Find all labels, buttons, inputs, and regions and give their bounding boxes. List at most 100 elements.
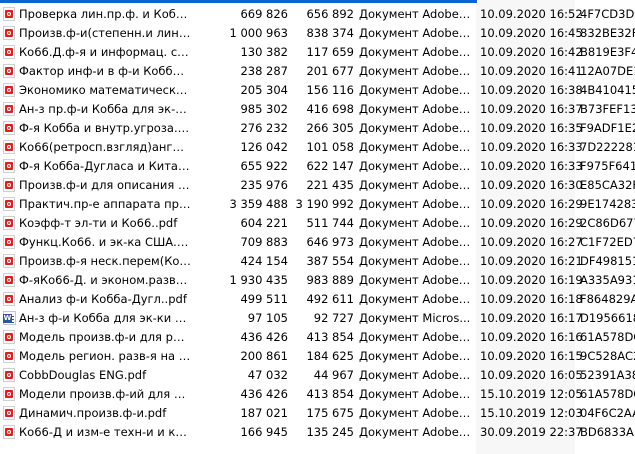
file-name: Ф-я Кобба-Дугласа и Китай.pdf [19,159,191,173]
file-type: Документ Adobe ... [359,254,471,268]
file-type: Документ Micros... [359,311,471,325]
file-compressed-size: 266 305 [306,121,354,135]
file-row[interactable]: Динамич.произв.ф-и.pdf 187 021 175 675 Доку… [0,404,635,423]
file-row[interactable]: Модель произв.ф-и для росс... 436 426 413 … [0,328,635,347]
file-type: Документ Adobe ... [359,292,471,306]
file-modified: 15.10.2019 12:03 [480,406,583,420]
file-compressed-size: 117 659 [306,45,354,59]
file-name: Ф-яКо66-Д. и эконом.развит... [19,273,191,287]
file-type: Документ Adobe ... [359,216,471,230]
file-crc: BD6833A1 [580,425,635,439]
file-crc: 9C528AC2 [580,349,635,363]
file-row[interactable]: Ан-з пр.ф-и Кобба для эк-ки ... 985 302 41… [0,100,635,119]
file-modified: 10.09.2020 16:30 [480,178,583,192]
file-size: 424 154 [240,254,288,268]
file-row[interactable]: Ф-яКо66-Д. и эконом.развит... 1 930 435 98… [0,271,635,290]
file-row[interactable]: Фактор инф-и в ф-и Кобба-Д... 238 287 201 … [0,62,635,81]
file-row[interactable]: Ф-я Кобба и внутр.угроза.pdf 276 232 266 3… [0,119,635,138]
file-name: Модель произв.ф-и для росс... [19,330,191,344]
file-row[interactable]: Произв.ф-и(степенн.и линей... 1 000 963 83… [0,24,635,43]
file-modified: 10.09.2020 16:29 [480,197,583,211]
file-size: 499 511 [240,292,288,306]
file-compressed-size: 838 374 [306,26,354,40]
file-row[interactable]: Коэфф-т эл-ти и Ко66..pdf 604 221 511 744 Д… [0,214,635,233]
file-row[interactable]: Произв.ф-и для описания за... 235 976 221 … [0,176,635,195]
file-modified: 10.09.2020 16:19 [480,273,583,287]
file-name: Анализ ф-и Кобба-Дугл..pdf [19,292,187,306]
file-row[interactable]: CobbDouglas ENG.pdf 47 032 44 967 Документ … [0,366,635,385]
file-type: Документ Adobe ... [359,387,471,401]
file-compressed-size: 201 677 [306,64,354,78]
file-row[interactable]: W Ан-з ф-и Кобба для эк-ки Ро... 97 105 92 … [0,309,635,328]
pdf-icon [3,178,15,192]
file-name: Произв.ф-я неск.перем(Ко66... [19,254,191,268]
file-modified: 10.09.2020 16:17 [480,311,583,325]
pdf-icon [3,425,15,439]
file-size: 235 976 [240,178,288,192]
file-compressed-size: 156 116 [306,83,354,97]
file-modified: 10.09.2020 16:21 [480,254,583,268]
file-crc: D1956618 [580,311,635,325]
file-name: Функц.Ко66. и эк-ка США.pdf [19,235,191,249]
pdf-icon [3,292,15,306]
file-compressed-size: 511 744 [306,216,354,230]
word-icon: W [3,311,16,325]
file-crc: 12A07DE1 [580,64,635,78]
file-name: Произв.ф-и(степенн.и линей... [19,26,191,40]
file-row[interactable]: Практич.пр-е аппарата прои... 3 359 488 3 … [0,195,635,214]
file-size: 3 359 488 [229,197,288,211]
file-compressed-size: 622 147 [306,159,354,173]
file-type: Документ Adobe ... [359,102,471,116]
file-crc: 52391A38 [580,368,635,382]
file-row[interactable]: Произв.ф-я неск.перем(Ко66... 424 154 387 … [0,252,635,271]
pdf-icon [3,64,15,78]
file-type: Документ Adobe ... [359,64,471,78]
pdf-icon [3,140,15,154]
file-compressed-size: 184 625 [306,349,354,363]
file-type: Документ Adobe ... [359,26,471,40]
file-type: Документ Adobe ... [359,159,471,173]
file-crc: 4F7CD3D1 [580,7,635,21]
file-modified: 10.09.2020 16:05 [480,368,583,382]
file-name: Экономико математические ... [19,83,191,97]
file-compressed-size: 387 554 [306,254,354,268]
file-row[interactable]: Ко66-Д и изм-е техн-и и кап... 166 945 135… [0,423,635,442]
file-crc: B819E3F4 [580,45,635,59]
pdf-icon [3,235,15,249]
file-row[interactable]: Ф-я Кобба-Дугласа и Китай.pdf 655 922 622 … [0,157,635,176]
file-row[interactable]: Модель регион. разв-я на ос... 200 861 184… [0,347,635,366]
file-row[interactable]: Модели произв.ф-ий для Рос... 436 426 413 … [0,385,635,404]
pdf-icon [3,7,15,21]
file-type: Документ Adobe ... [359,178,471,192]
file-row[interactable]: Функц.Ко66. и эк-ка США.pdf 709 883 646 97… [0,233,635,252]
file-type: Документ Adobe ... [359,273,471,287]
file-crc: DF498151 [580,254,635,268]
file-modified: 10.09.2020 16:52 [480,7,583,21]
file-row[interactable]: Ко66.Д.ф-я и информац. сис... 130 382 117 … [0,43,635,62]
file-size: 604 221 [240,216,288,230]
file-row[interactable]: Экономико математические ... 205 304 156 1… [0,81,635,100]
pdf-icon [3,406,15,420]
file-size: 436 426 [240,387,288,401]
pdf-icon [3,26,15,40]
file-type: Документ Adobe ... [359,83,471,97]
file-modified: 30.09.2019 22:37 [480,425,583,439]
file-modified: 10.09.2020 16:27 [480,235,583,249]
file-row[interactable]: Анализ ф-и Кобба-Дугл..pdf 499 511 492 611… [0,290,635,309]
file-modified: 15.10.2019 12:05 [480,387,583,401]
pdf-icon [3,254,15,268]
file-modified: 10.09.2020 16:16 [480,330,583,344]
file-size: 205 304 [240,83,288,97]
file-name: Ан-з ф-и Кобба для эк-ки Ро... [19,311,191,325]
file-size: 97 105 [247,311,288,325]
file-icon-cell [2,347,18,366]
pdf-icon [3,368,15,382]
file-type: Документ Adobe ... [359,368,471,382]
file-row[interactable]: Ко66(ретросп.взгляд)англ..pdf 126 042 101 … [0,138,635,157]
file-row[interactable]: Проверка лин.пр.ф. и Кобба... 669 826 656 … [0,5,635,24]
file-compressed-size: 646 973 [306,235,354,249]
file-size: 238 287 [240,64,288,78]
file-icon-cell [2,157,18,176]
file-compressed-size: 983 889 [306,273,354,287]
file-compressed-size: 416 698 [306,102,354,116]
